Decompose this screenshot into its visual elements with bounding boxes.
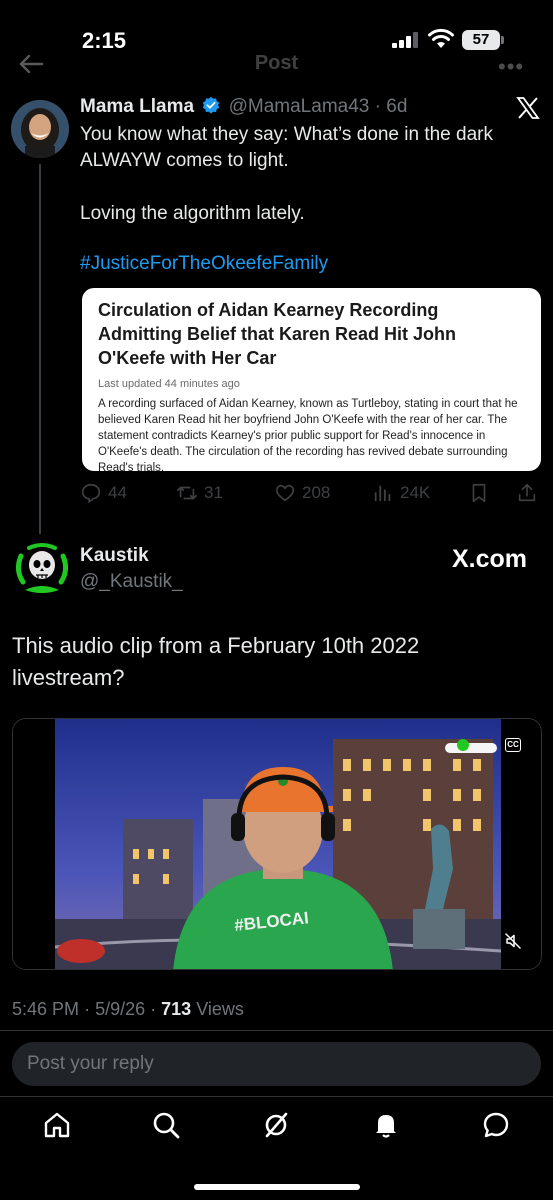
quoted-post-header: Mama Llama @MamaLama43 · 6d	[80, 96, 407, 118]
views-number: 713	[161, 999, 192, 1019]
video-player[interactable]: #BLOCAI	[12, 718, 542, 970]
text-line: You know what they say: What’s done in t…	[80, 124, 493, 145]
views-label: Views	[196, 999, 244, 1019]
author-handle[interactable]: @MamaLama43	[229, 96, 370, 117]
bookmark-action[interactable]	[468, 482, 496, 504]
more-dots-icon[interactable]: •••	[498, 54, 524, 80]
text-line: This audio clip from a February 10th 202…	[12, 633, 420, 658]
post-age: 6d	[386, 96, 408, 117]
messages-icon[interactable]	[481, 1110, 511, 1140]
separator: ·	[150, 999, 157, 1019]
repost-action[interactable]: 31	[176, 482, 223, 504]
hashtag-link[interactable]: #JusticeForTheOkeefeFamily	[80, 253, 328, 275]
mute-icon[interactable]	[504, 932, 522, 950]
text-line: ALWAYW comes to light.	[80, 150, 289, 171]
repost-icon	[177, 486, 197, 500]
post-topbar: Post •••	[0, 50, 553, 80]
avatar[interactable]	[11, 538, 73, 600]
views-chart-icon	[374, 485, 391, 502]
quoted-post-text-2: Loving the algorithm lately.	[80, 203, 305, 224]
like-count: 208	[302, 483, 331, 502]
views-action[interactable]: 24K	[372, 482, 430, 504]
source-label: X.com	[452, 545, 528, 573]
author-name[interactable]: Mama Llama	[80, 96, 194, 117]
reply-input[interactable]: Post your reply	[12, 1042, 541, 1086]
notifications-icon[interactable]	[371, 1110, 401, 1140]
post-meta: 5:46 PM · 5/9/26 · 713 Views	[12, 999, 244, 1020]
author-handle[interactable]: @_Kaustik_	[80, 571, 183, 593]
profile-photo	[11, 100, 69, 158]
quoted-post-text: You know what they say: What’s done in t…	[80, 122, 493, 174]
separator: ·	[84, 999, 91, 1019]
main-post-text: This audio clip from a February 10th 202…	[12, 630, 532, 694]
reply-icon	[81, 483, 101, 504]
card-body: A recording surfaced of Aidan Kearney, k…	[98, 398, 518, 474]
x-logo-icon	[516, 97, 540, 119]
battery-tip	[501, 36, 504, 44]
share-action[interactable]	[516, 482, 544, 504]
card-title: Circulation of Aidan Kearney Recording A…	[98, 300, 457, 368]
battery-indicator: 57	[462, 30, 500, 50]
verified-badge-icon	[203, 96, 220, 114]
post-time: 5:46 PM	[12, 999, 80, 1019]
card-updated: Last updated 44 minutes ago	[98, 378, 240, 390]
news-card[interactable]: Circulation of Aidan Kearney Recording A…	[82, 288, 541, 474]
text-line: livestream?	[12, 665, 125, 690]
heart-icon	[275, 484, 295, 502]
avatar[interactable]	[11, 100, 69, 158]
thread-line	[39, 164, 41, 534]
quoted-post-actions: 44 31 208 24K	[80, 482, 540, 508]
video-frame: #BLOCAI	[13, 719, 541, 969]
reply-placeholder: Post your reply	[27, 1053, 154, 1074]
divider	[0, 1030, 553, 1031]
search-icon[interactable]	[151, 1110, 181, 1140]
author-name[interactable]: Kaustik	[80, 545, 149, 567]
page-title: Post	[254, 52, 299, 74]
captions-icon[interactable]: CC	[505, 738, 521, 752]
views-count: 24K	[400, 483, 431, 502]
bottom-tab-bar	[0, 1106, 553, 1146]
reply-count: 44	[108, 483, 127, 502]
like-action[interactable]: 208	[274, 482, 330, 504]
share-icon	[518, 483, 536, 502]
separator: ·	[374, 96, 381, 117]
reply-action[interactable]: 44	[80, 482, 127, 504]
home-indicator	[194, 1184, 360, 1190]
cellular-signal-icon	[392, 32, 418, 48]
grok-icon[interactable]	[261, 1110, 291, 1140]
bookmark-icon	[472, 483, 486, 503]
wifi-icon	[428, 28, 454, 48]
home-icon[interactable]	[42, 1110, 72, 1140]
post-date: 5/9/26	[95, 999, 146, 1019]
divider	[0, 1096, 553, 1097]
repost-count: 31	[204, 483, 223, 502]
